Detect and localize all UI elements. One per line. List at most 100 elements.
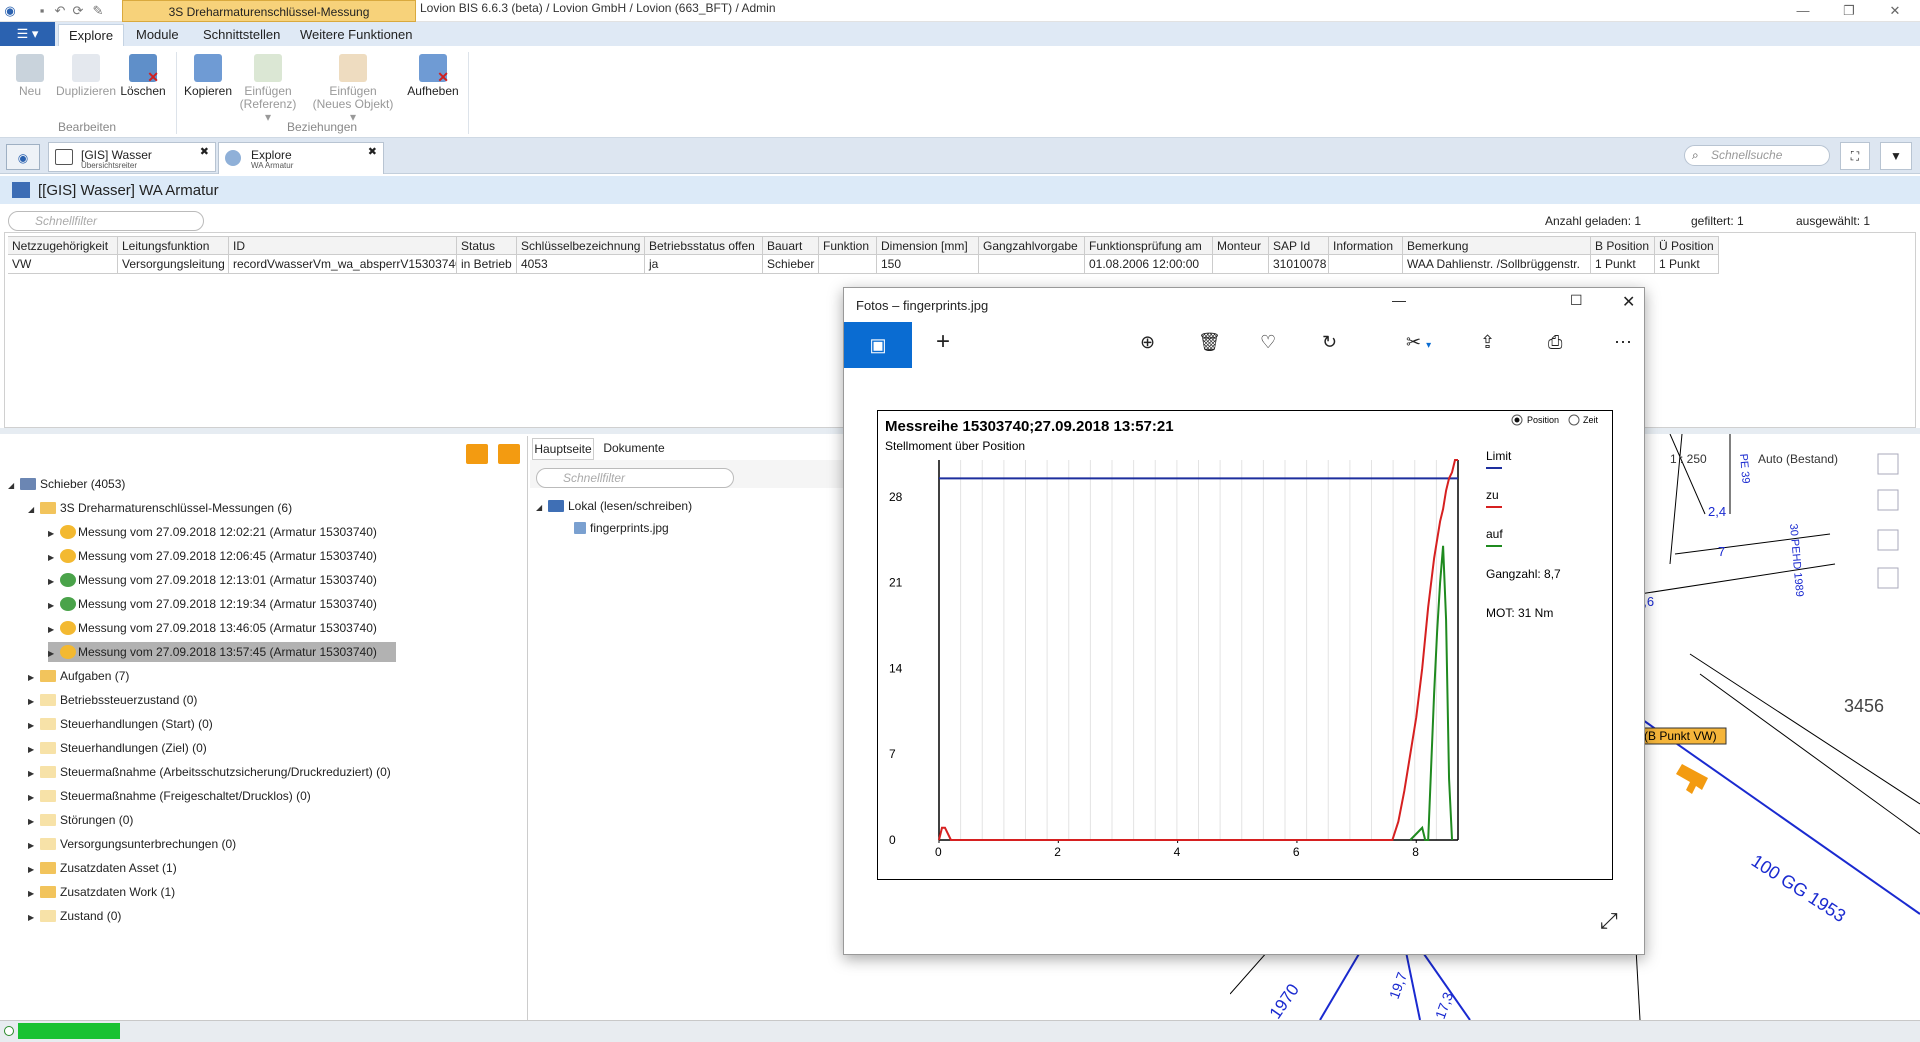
- column-header[interactable]: SAP Id: [1269, 236, 1329, 255]
- restore-icon[interactable]: ❐: [1826, 0, 1872, 22]
- column-header[interactable]: Information: [1329, 236, 1403, 255]
- undo-icon[interactable]: ↶: [52, 3, 68, 19]
- file-menu-button[interactable]: ☰ ▾: [0, 22, 55, 46]
- tab-dokumente[interactable]: Dokumente: [596, 438, 672, 460]
- tree-node[interactable]: ▶ Messung vom 27.09.2018 12:13:01 (Armatu…: [48, 570, 377, 590]
- tab-explore[interactable]: Explore: [58, 24, 125, 46]
- unlink-button[interactable]: ✕ Aufheben: [404, 54, 462, 98]
- doc-tab-gis-wasser[interactable]: [GIS] Wasser Übersichtsreiter ✖: [48, 142, 216, 172]
- map-tool-icon[interactable]: [1877, 529, 1899, 551]
- tab-module[interactable]: Module: [126, 24, 189, 46]
- tree-node[interactable]: ▶ Steuermaßnahme (Arbeitsschutzsicherung/…: [28, 762, 391, 782]
- delete-icon[interactable]: 🗑: [1198, 332, 1221, 353]
- radio-zeit-label: Zeit: [1583, 415, 1599, 425]
- save-icon[interactable]: ▪: [34, 3, 50, 19]
- tab-hauptseite[interactable]: Hauptseite: [532, 438, 594, 460]
- quick-search-input[interactable]: Schnellsuche: [1684, 145, 1830, 166]
- x-tick-label: 4: [1174, 845, 1181, 859]
- tab-schnittstellen[interactable]: Schnittstellen: [193, 24, 290, 46]
- tree-node[interactable]: ▶ Zusatzdaten Work (1): [28, 882, 175, 902]
- tree-node-selected[interactable]: ▶ Messung vom 27.09.2018 13:57:45 (Armatu…: [48, 642, 396, 662]
- share-icon[interactable]: ⇪: [1480, 332, 1495, 353]
- paste-reference-button[interactable]: Einfügen (Referenz) ▾: [236, 54, 300, 124]
- photos-window: Fotos – fingerprints.jpg — ☐ ✕ ▣ + ⊕ 🗑 ♡…: [843, 287, 1645, 955]
- column-header[interactable]: Funktion: [819, 236, 877, 255]
- zoom-icon[interactable]: ⊕: [1140, 332, 1155, 353]
- filter-input[interactable]: Schnellfilter: [8, 211, 204, 231]
- radio-position-label: Position: [1527, 415, 1559, 425]
- column-header[interactable]: Betriebsstatus offen: [645, 236, 763, 255]
- maximize-icon[interactable]: ☐: [1570, 292, 1583, 309]
- docs-filter-input[interactable]: Schnellfilter: [536, 468, 734, 488]
- status-bar: [0, 1020, 1920, 1042]
- tree-node[interactable]: ▶ Messung vom 27.09.2018 13:46:05 (Armatu…: [48, 618, 377, 638]
- tree-node[interactable]: ▶ Messung vom 27.09.2018 12:06:45 (Armatu…: [48, 546, 377, 566]
- folder-open-icon[interactable]: [466, 444, 488, 464]
- column-header[interactable]: Bauart: [763, 236, 819, 255]
- context-tab[interactable]: 3S Dreharmaturenschlüssel-Messung: [122, 0, 416, 22]
- map-tool-icon[interactable]: [1877, 453, 1899, 475]
- tab-weitere-funktionen[interactable]: Weitere Funktionen: [290, 24, 423, 46]
- add-icon[interactable]: +: [936, 330, 950, 354]
- folder-add-icon[interactable]: [498, 444, 520, 464]
- tree-node[interactable]: ▶ Versorgungsunterbrechungen (0): [28, 834, 236, 854]
- globe-menu-icon[interactable]: ◉: [6, 144, 40, 170]
- column-header[interactable]: Ü Position: [1655, 236, 1719, 255]
- chevron-down-icon[interactable]: ▼: [1880, 142, 1912, 170]
- app-logo-icon[interactable]: ◉: [2, 3, 18, 19]
- column-header[interactable]: ID: [229, 236, 457, 255]
- tree-node[interactable]: ▶ Messung vom 27.09.2018 12:02:21 (Armatu…: [48, 522, 377, 542]
- expand-icon[interactable]: ⤢: [1600, 908, 1618, 934]
- column-header[interactable]: Netzzugehörigkeit: [8, 236, 118, 255]
- column-header[interactable]: Bemerkung: [1403, 236, 1591, 255]
- column-header[interactable]: B Position: [1591, 236, 1655, 255]
- radio-zeit[interactable]: [1568, 414, 1580, 426]
- column-header[interactable]: Funktionsprüfung am: [1085, 236, 1213, 255]
- docs-file-node[interactable]: fingerprints.jpg: [574, 518, 669, 538]
- tree-node-root[interactable]: ◢ Schieber (4053): [8, 474, 125, 494]
- fullscreen-icon[interactable]: ⛶: [1840, 142, 1870, 170]
- tree-node[interactable]: ▶ Messung vom 27.09.2018 12:19:34 (Armatu…: [48, 594, 377, 614]
- close-icon[interactable]: ✕: [1622, 292, 1635, 312]
- docs-folder-node[interactable]: ◢ Lokal (lesen/schreiben): [536, 496, 692, 516]
- minimize-icon[interactable]: —: [1780, 0, 1826, 22]
- close-icon[interactable]: ✕: [1872, 0, 1918, 22]
- duplicate-button[interactable]: Duplizieren: [54, 54, 118, 98]
- tree-node[interactable]: ▶ Aufgaben (7): [28, 666, 129, 686]
- tree-node[interactable]: ▶ Betriebssteuerzustand (0): [28, 690, 197, 710]
- column-header[interactable]: Gangzahlvorgabe: [979, 236, 1085, 255]
- tree-node[interactable]: ▶ Steuerhandlungen (Start) (0): [28, 714, 213, 734]
- column-header[interactable]: Leitungsfunktion: [118, 236, 229, 255]
- more-icon[interactable]: ⋯: [1614, 332, 1632, 353]
- paste-new-object-button[interactable]: Einfügen (Neues Objekt) ▾: [308, 54, 398, 124]
- image-icon[interactable]: ▣: [844, 322, 912, 368]
- edit-icon[interactable]: ✂ ▾: [1406, 332, 1431, 353]
- map-tool-icon[interactable]: [1877, 567, 1899, 589]
- tree-node[interactable]: ▶ Störungen (0): [28, 810, 133, 830]
- copy-button[interactable]: Kopieren: [182, 54, 234, 98]
- image-file-icon: [574, 522, 586, 534]
- tree-node[interactable]: ▶ Zustand (0): [28, 906, 121, 926]
- tree-node[interactable]: ▶ Zusatzdaten Asset (1): [28, 858, 177, 878]
- column-header[interactable]: Monteur: [1213, 236, 1269, 255]
- column-header[interactable]: Dimension [mm]: [877, 236, 979, 255]
- close-tab-icon[interactable]: ✖: [368, 145, 377, 158]
- map-tool-icon[interactable]: [1877, 489, 1899, 511]
- new-button[interactable]: Neu: [12, 54, 48, 98]
- tree-node[interactable]: ◢ 3S Dreharmaturenschlüssel-Messungen (6): [28, 498, 292, 518]
- minimize-icon[interactable]: —: [1392, 292, 1406, 308]
- tree-node[interactable]: ▶ Steuermaßnahme (Freigeschaltet/Drucklos…: [28, 786, 311, 806]
- rotate-icon[interactable]: ↻: [1322, 332, 1337, 353]
- tools-icon[interactable]: ✎: [90, 3, 106, 19]
- column-header[interactable]: Status: [457, 236, 517, 255]
- delete-button[interactable]: ✕ Löschen: [118, 54, 168, 98]
- print-icon[interactable]: ⎙: [1548, 332, 1562, 353]
- close-tab-icon[interactable]: ✖: [200, 145, 209, 158]
- measurement-icon: [60, 525, 76, 539]
- tree-node[interactable]: ▶ Steuerhandlungen (Ziel) (0): [28, 738, 207, 758]
- refresh-icon[interactable]: ⟳: [70, 3, 86, 19]
- column-header[interactable]: Schlüsselbezeichnung: [517, 236, 645, 255]
- doc-tab-explore[interactable]: Explore WA Armatur ✖: [218, 142, 384, 174]
- valve-symbol[interactable]: [1676, 764, 1708, 794]
- heart-icon[interactable]: ♡: [1260, 332, 1276, 353]
